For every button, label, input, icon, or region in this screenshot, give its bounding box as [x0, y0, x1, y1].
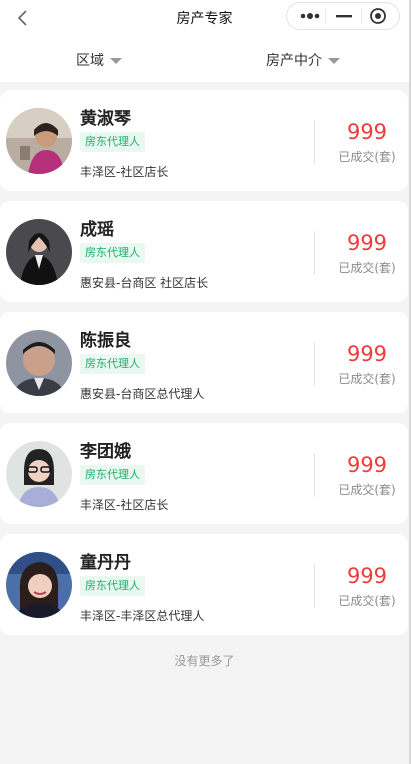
agent-name: 黄淑琴 — [80, 109, 131, 129]
no-more-text: 没有更多了 — [174, 654, 235, 668]
filter-agency-label: 房产中介 — [266, 53, 322, 69]
avatar — [6, 552, 72, 618]
caret-down-icon — [328, 58, 340, 64]
divider — [314, 120, 315, 164]
divider — [314, 231, 315, 275]
deal-count: 999 — [346, 453, 388, 477]
mini-program-capsule — [286, 2, 400, 30]
agent-tag: 房东代理人 — [80, 354, 145, 374]
filter-region[interactable]: 区域 — [76, 50, 122, 70]
agent-card[interactable]: 黄淑琴 房东代理人 丰泽区-社区店长 999 已成交(套) — [0, 90, 408, 191]
capsule-divider — [361, 9, 362, 23]
agent-card[interactable]: 李团娥 房东代理人 丰泽区-社区店长 999 已成交(套) — [0, 423, 408, 524]
agent-location: 惠安县-台商区 社区店长 — [80, 276, 209, 290]
deal-count-label: 已成交(套) — [338, 483, 396, 497]
deal-count-label: 已成交(套) — [338, 594, 396, 608]
agent-tag: 房东代理人 — [80, 465, 145, 485]
agent-name: 陈振良 — [80, 331, 131, 351]
agent-card[interactable]: 童丹丹 房东代理人 丰泽区-丰泽区总代理人 999 已成交(套) — [0, 534, 408, 635]
caret-down-icon — [110, 58, 122, 64]
agent-tag: 房东代理人 — [80, 132, 145, 152]
capsule-divider — [325, 9, 326, 23]
filter-bar: 区域 房产中介 — [0, 36, 409, 82]
target-circle-icon[interactable] — [369, 7, 387, 25]
deal-count-label: 已成交(套) — [338, 261, 396, 275]
deal-count: 999 — [346, 120, 388, 144]
agent-location: 惠安县-台商区总代理人 — [80, 387, 205, 401]
agent-card[interactable]: 陈振良 房东代理人 惠安县-台商区总代理人 999 已成交(套) — [0, 312, 408, 413]
agent-name: 李团娥 — [80, 442, 131, 462]
avatar — [6, 219, 72, 285]
avatar — [6, 441, 72, 507]
deal-count: 999 — [346, 564, 388, 588]
avatar — [6, 108, 72, 174]
nav-bar: 房产专家 — [0, 0, 409, 36]
deal-count-label: 已成交(套) — [338, 150, 396, 164]
deal-count-label: 已成交(套) — [338, 372, 396, 386]
agent-tag: 房东代理人 — [80, 576, 145, 596]
divider — [314, 453, 315, 497]
avatar — [6, 330, 72, 396]
agent-location: 丰泽区-丰泽区总代理人 — [80, 609, 205, 623]
agent-location: 丰泽区-社区店长 — [80, 165, 169, 179]
deal-count: 999 — [346, 342, 388, 366]
agent-card[interactable]: 成瑶 房东代理人 惠安县-台商区 社区店长 999 已成交(套) — [0, 201, 408, 302]
divider — [314, 564, 315, 608]
filter-agency[interactable]: 房产中介 — [266, 50, 340, 70]
agent-name: 成瑶 — [80, 220, 114, 240]
minus-icon[interactable] — [335, 9, 353, 23]
filter-region-label: 区域 — [76, 53, 104, 69]
agent-name: 童丹丹 — [80, 553, 131, 573]
more-dots-icon[interactable] — [299, 9, 321, 23]
divider — [314, 342, 315, 386]
agent-location: 丰泽区-社区店长 — [80, 498, 169, 512]
deal-count: 999 — [346, 231, 388, 255]
agent-tag: 房东代理人 — [80, 243, 145, 263]
